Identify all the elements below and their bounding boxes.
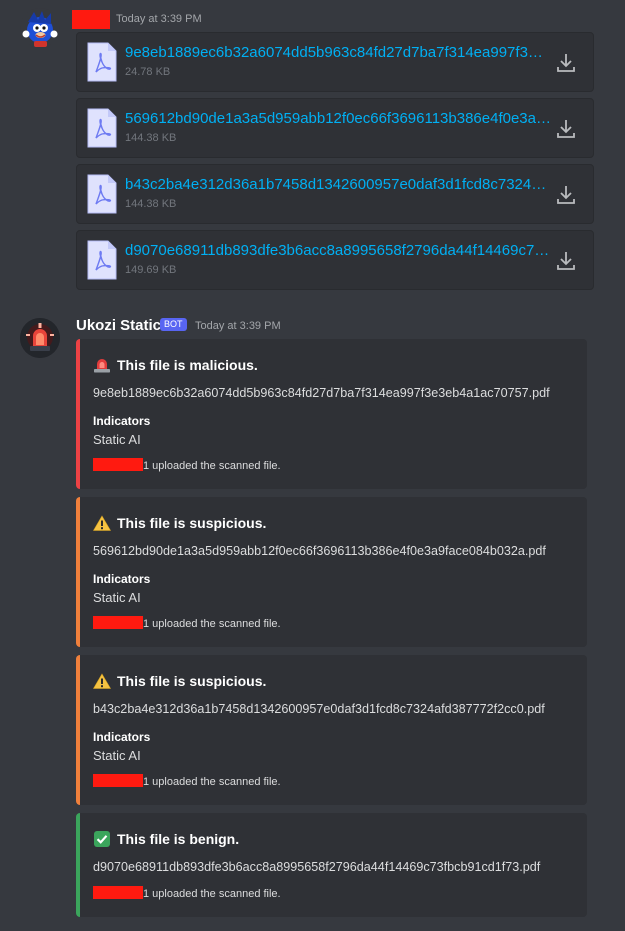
indicators-value: Static AI: [93, 590, 141, 605]
scan-result-embed: This file is suspicious. b43c2ba4e312d36…: [76, 655, 587, 805]
warning-icon: [93, 673, 111, 689]
download-icon[interactable]: [555, 250, 577, 272]
embed-footer: 1 uploaded the scanned file.: [93, 886, 281, 900]
embed-footer-text: 1 uploaded the scanned file.: [143, 776, 281, 788]
embed-title-text: This file is benign.: [117, 831, 240, 847]
indicators-label: Indicators: [93, 730, 151, 744]
embed-title: This file is suspicious.: [93, 515, 266, 531]
embed-file-name: d9070e68911db893dfe3b6acc8a8995658f2796d…: [93, 860, 541, 874]
user-avatar[interactable]: [20, 8, 60, 48]
embed-footer-text: 1 uploaded the scanned file.: [143, 888, 281, 900]
message-timestamp: Today at 3:39 PM: [195, 320, 281, 332]
bot-tag: BOT: [160, 318, 187, 331]
indicators-label: Indicators: [93, 414, 151, 428]
embed-title-text: This file is suspicious.: [117, 515, 267, 531]
redacted-username: [93, 616, 143, 629]
pdf-file-icon: [87, 174, 117, 214]
pdf-file-icon: [87, 108, 117, 148]
file-size: 144.38 KB: [125, 132, 177, 144]
file-attachment: 9e8eb1889ec6b32a6074dd5b963c84fd27d7ba7f…: [76, 32, 594, 92]
indicators-value: Static AI: [93, 432, 141, 447]
pdf-file-icon: [87, 42, 117, 82]
redacted-username: [72, 10, 110, 29]
file-name-link[interactable]: 569612bd90de1a3a5d959abb12f0ec66f3696113…: [125, 110, 551, 127]
siren-icon: [94, 359, 110, 373]
pdf-file-icon: [87, 240, 117, 280]
file-name-link[interactable]: d9070e68911db893dfe3b6acc8a8995658f2796d…: [125, 242, 551, 259]
redacted-username: [93, 458, 143, 471]
file-attachment: 569612bd90de1a3a5d959abb12f0ec66f3696113…: [76, 98, 594, 158]
file-size: 144.38 KB: [125, 198, 177, 210]
indicators-value: Static AI: [93, 748, 141, 763]
embed-title: This file is malicious.: [93, 357, 258, 373]
scan-result-embed: This file is benign. d9070e68911db893dfe…: [76, 813, 587, 917]
embed-footer: 1 uploaded the scanned file.: [93, 458, 281, 472]
file-size: 24.78 KB: [125, 66, 171, 78]
file-size: 149.69 KB: [125, 264, 177, 276]
embed-file-name: b43c2ba4e312d36a1b7458d1342600957e0daf3d…: [93, 702, 545, 716]
embed-footer: 1 uploaded the scanned file.: [93, 774, 281, 788]
embed-title: This file is benign.: [93, 831, 239, 847]
file-attachment: d9070e68911db893dfe3b6acc8a8995658f2796d…: [76, 230, 594, 290]
file-name-link[interactable]: b43c2ba4e312d36a1b7458d1342600957e0daf3d…: [125, 176, 551, 193]
indicators-label: Indicators: [93, 572, 151, 586]
download-icon[interactable]: [555, 118, 577, 140]
message-timestamp: Today at 3:39 PM: [116, 13, 202, 25]
scan-result-embed: This file is suspicious. 569612bd90de1a3…: [76, 497, 587, 647]
download-icon[interactable]: [555, 184, 577, 206]
embed-footer-text: 1 uploaded the scanned file.: [143, 618, 281, 630]
embed-title: This file is suspicious.: [93, 673, 266, 689]
bot-avatar[interactable]: [20, 318, 60, 358]
redacted-username: [93, 886, 143, 899]
warning-icon: [93, 515, 111, 531]
embed-file-name: 569612bd90de1a3a5d959abb12f0ec66f3696113…: [93, 544, 546, 558]
download-icon[interactable]: [555, 52, 577, 74]
file-name-link[interactable]: 9e8eb1889ec6b32a6074dd5b963c84fd27d7ba7f…: [125, 44, 551, 61]
check-icon: [94, 831, 110, 847]
scan-result-embed: This file is malicious. 9e8eb1889ec6b32a…: [76, 339, 587, 489]
embed-footer-text: 1 uploaded the scanned file.: [143, 460, 281, 472]
redacted-username: [93, 774, 143, 787]
bot-username[interactable]: Ukozi Static: [76, 317, 161, 334]
file-attachment: b43c2ba4e312d36a1b7458d1342600957e0daf3d…: [76, 164, 594, 224]
embed-footer: 1 uploaded the scanned file.: [93, 616, 281, 630]
embed-file-name: 9e8eb1889ec6b32a6074dd5b963c84fd27d7ba7f…: [93, 386, 550, 400]
embed-title-text: This file is suspicious.: [117, 673, 267, 689]
embed-title-text: This file is malicious.: [117, 357, 258, 373]
